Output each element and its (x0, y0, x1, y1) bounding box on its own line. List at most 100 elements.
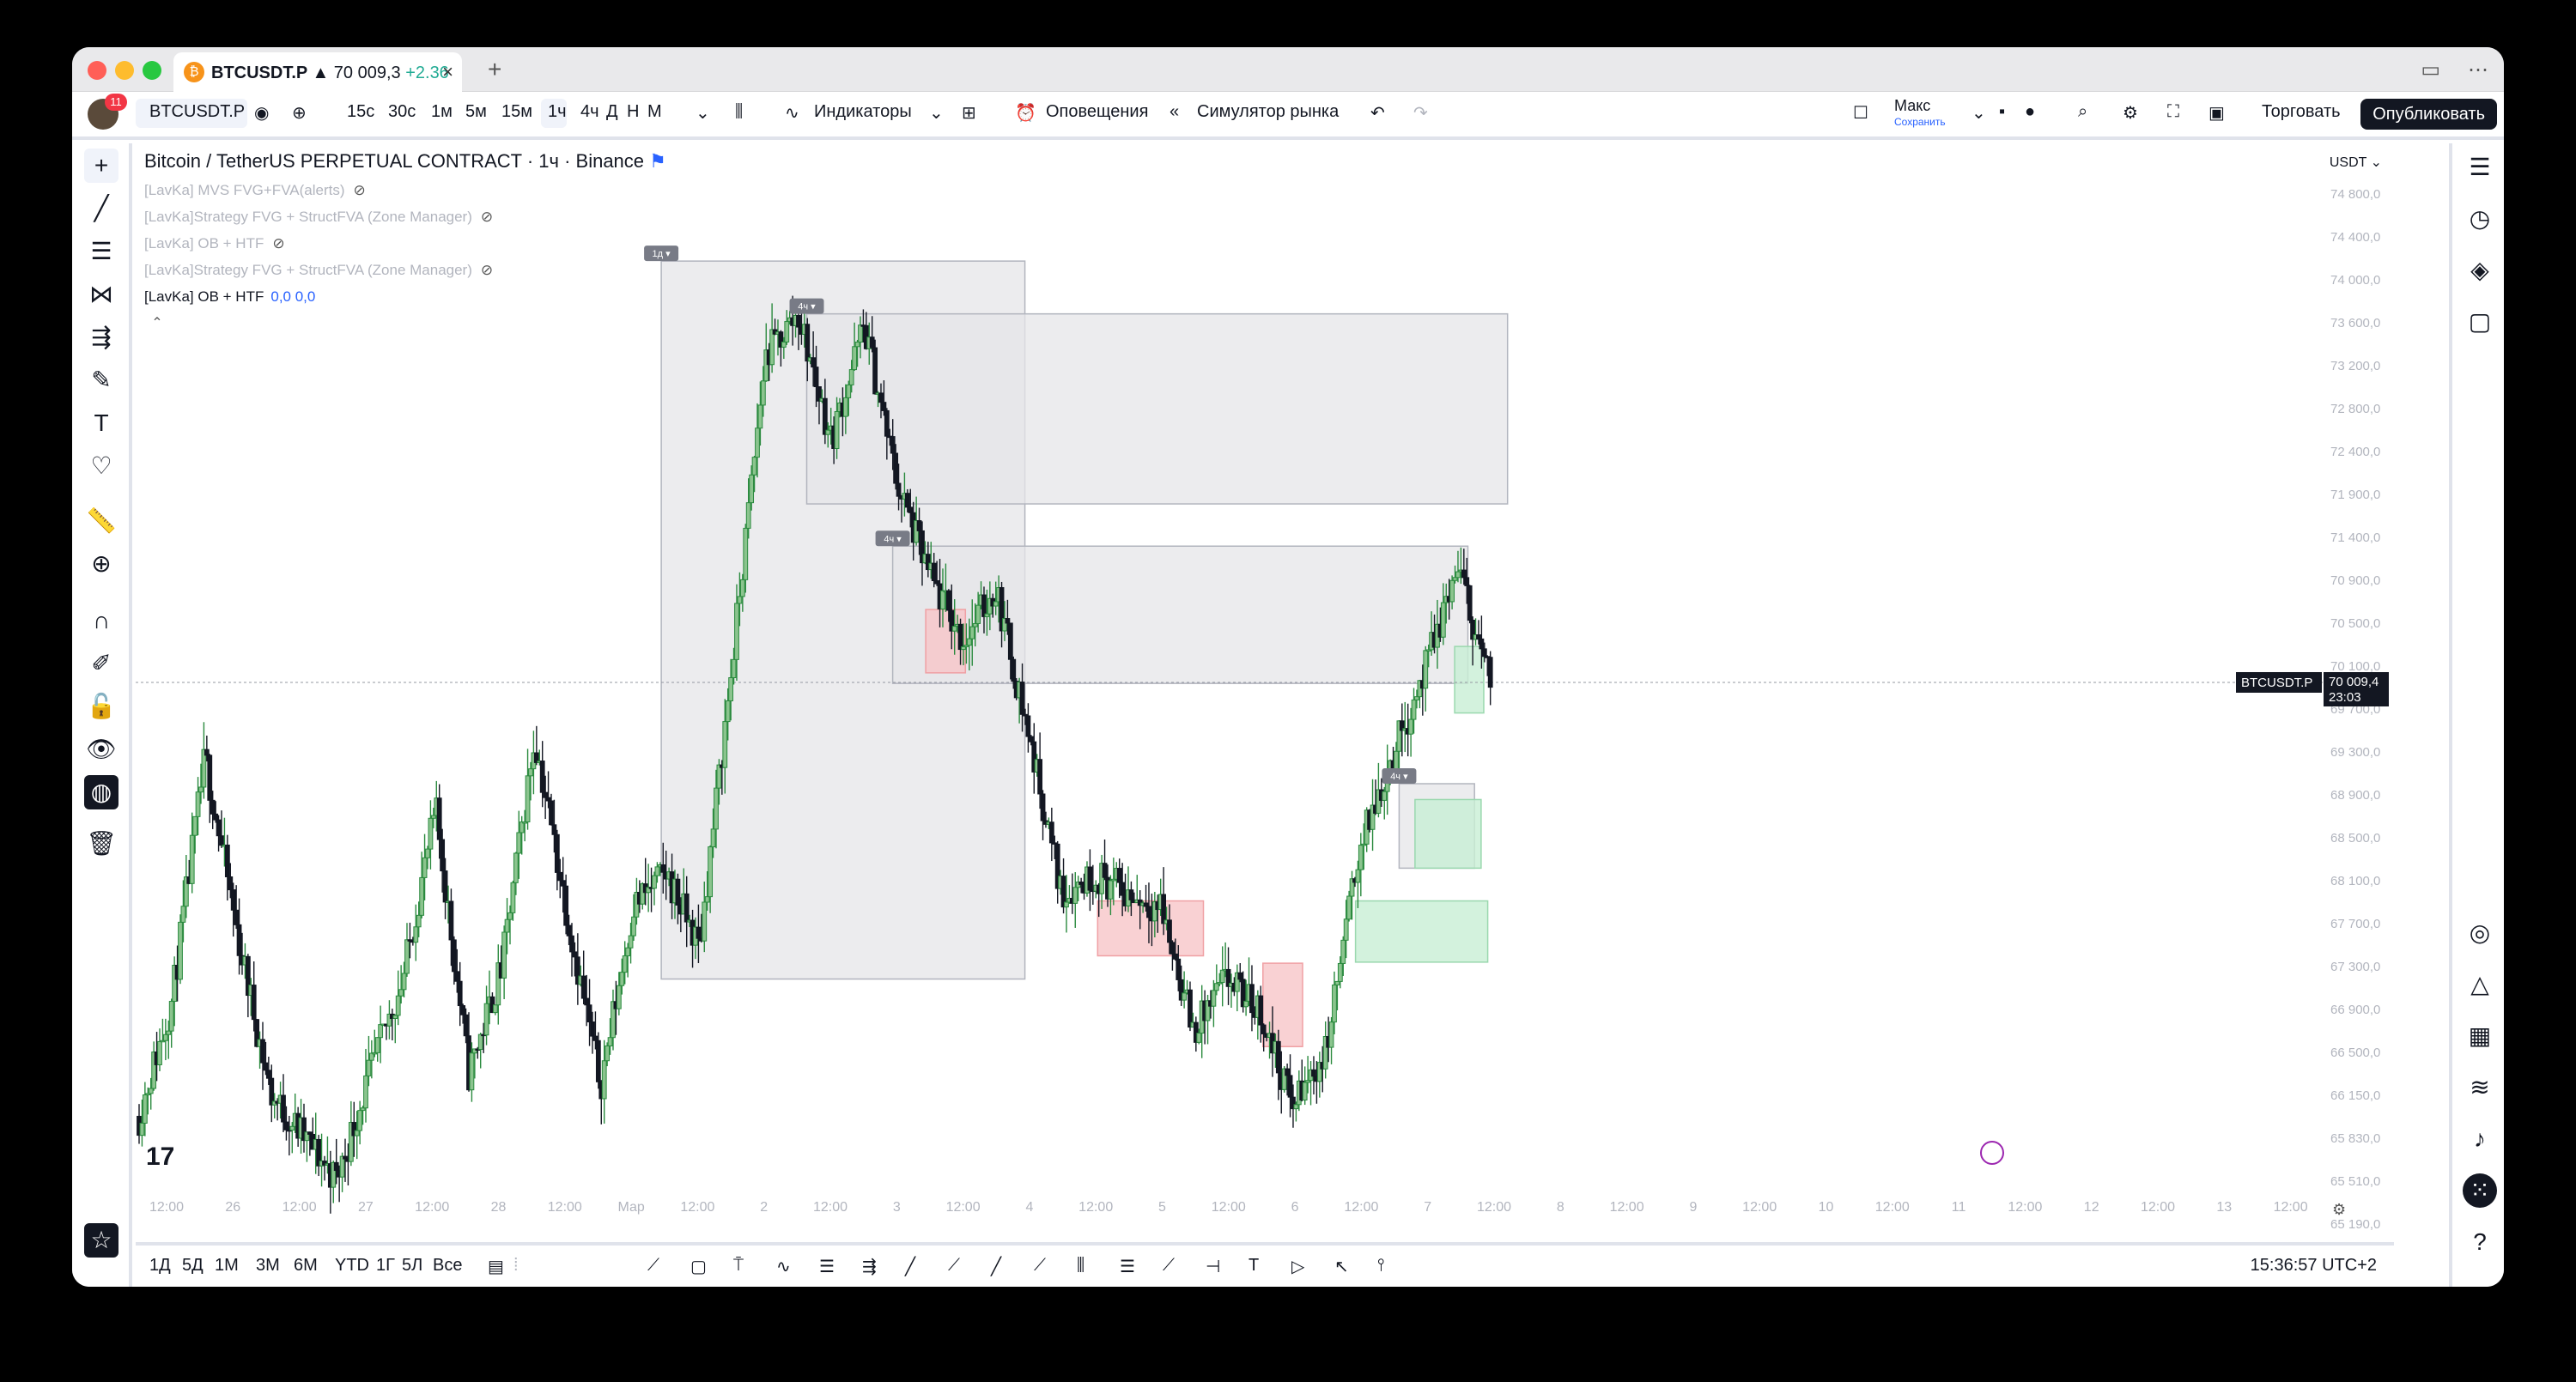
candle-body[interactable] (545, 797, 551, 802)
apps-icon[interactable]: ⁙ (2463, 1173, 2497, 1208)
candle-body[interactable] (1461, 569, 1467, 579)
indicator-legend-item[interactable]: [LavKa] OB + HTF 0,0 0,0 (144, 288, 666, 306)
hidden-eye-icon[interactable]: ⊘ (481, 209, 493, 225)
candle-body[interactable] (1188, 989, 1193, 1028)
candle-body[interactable] (1116, 868, 1122, 883)
more-icon[interactable]: ⋯ (2468, 58, 2488, 82)
trash-icon[interactable]: 🗑 (84, 827, 118, 861)
candle-body[interactable] (584, 997, 590, 1006)
ruler-icon[interactable]: 📏 (84, 504, 118, 538)
candle-body[interactable] (1108, 880, 1114, 900)
candle-body[interactable] (616, 985, 622, 1009)
candle-body[interactable] (854, 342, 860, 348)
extended-line-icon[interactable]: ╱ (991, 1256, 1001, 1277)
interval-8[interactable]: Н (627, 102, 639, 122)
candle-body[interactable] (757, 404, 763, 429)
candle-body[interactable] (739, 579, 745, 597)
interval-dropdown-icon[interactable]: ⌄ (696, 102, 710, 124)
zone-bull[interactable] (1414, 798, 1482, 870)
interval-5[interactable]: 1ч (548, 102, 567, 122)
replay-icon[interactable]: « (1170, 102, 1179, 122)
candle-body[interactable] (605, 1045, 611, 1062)
candle-body[interactable] (1087, 866, 1093, 891)
pitchfork-icon[interactable]: ⇶ (862, 1256, 877, 1277)
currency-select[interactable]: USDT ⌄ (2330, 154, 2382, 171)
watchlist-icon[interactable]: ☰ (2463, 150, 2497, 185)
new-tab-icon[interactable]: + (488, 56, 501, 83)
indicators-icon[interactable]: ∿ (785, 102, 799, 124)
candle-body[interactable] (580, 975, 586, 999)
replay-button[interactable]: Симулятор рынка (1197, 102, 1339, 122)
line-icon[interactable]: ╱ (905, 1256, 915, 1277)
alerts-clock-icon[interactable]: ◷ (2463, 202, 2497, 236)
alarm-icon[interactable]: ⏰ (1015, 102, 1036, 124)
candle-body[interactable] (1464, 577, 1470, 586)
candle-body[interactable] (1479, 638, 1485, 650)
range-8[interactable]: Все (433, 1256, 462, 1276)
candle-body[interactable] (1213, 983, 1219, 991)
candle-type-icon[interactable]: ⫼ (735, 102, 743, 122)
candle-body[interactable] (204, 749, 210, 756)
lock-icon[interactable]: 🔓 (84, 689, 118, 724)
fib-icon[interactable]: ☰ (84, 234, 118, 269)
scale-settings-icon[interactable]: ⚙ (2332, 1201, 2346, 1219)
candle-body[interactable] (148, 1088, 154, 1094)
horizontal-ray-icon[interactable]: ⊣ (1206, 1256, 1220, 1277)
candle-body[interactable] (419, 876, 425, 916)
candle-body[interactable] (1476, 634, 1481, 639)
candle-body[interactable] (265, 1070, 271, 1079)
candle-body[interactable] (969, 626, 975, 639)
candle-body[interactable] (878, 392, 884, 403)
candle-body[interactable] (842, 397, 848, 417)
candle-body[interactable] (893, 452, 899, 484)
text-icon[interactable]: T (84, 406, 118, 440)
candle-body[interactable] (1182, 992, 1188, 1001)
candle-body[interactable] (966, 638, 972, 646)
arrow-marker-icon[interactable]: ▷ (1291, 1256, 1304, 1277)
candle-body[interactable] (848, 369, 854, 385)
candle-body[interactable] (263, 1062, 269, 1071)
globe-icon[interactable]: ◍ (84, 775, 118, 809)
fullscreen-icon[interactable]: ⛶ (2167, 102, 2179, 122)
favorites-star-icon[interactable]: ☆ (84, 1223, 118, 1258)
candle-body[interactable] (422, 857, 428, 878)
range-6[interactable]: 1Г (376, 1256, 395, 1276)
magnet-icon[interactable]: ∩ (84, 603, 118, 638)
help-icon[interactable]: ? (2463, 1225, 2497, 1259)
candle-body[interactable] (1019, 682, 1025, 715)
candle-body[interactable] (951, 626, 957, 632)
candle-body[interactable] (457, 980, 463, 1007)
candle-body[interactable] (1261, 1024, 1267, 1034)
hidden-eye-icon[interactable]: ⊘ (272, 235, 284, 252)
drag-handle-icon[interactable]: ⁞ (513, 1256, 519, 1276)
candle-body[interactable] (1408, 718, 1414, 735)
candle-body[interactable] (392, 1015, 398, 1019)
candle-body[interactable] (216, 819, 222, 837)
candle-body[interactable] (260, 1039, 265, 1064)
candle-body[interactable] (702, 901, 708, 942)
polyline-icon[interactable]: ⟋ (1163, 1256, 1175, 1276)
range-3[interactable]: 3М (256, 1256, 280, 1276)
coin-icon[interactable]: ● (2025, 102, 2035, 122)
ideas-icon[interactable]: △ (2463, 967, 2497, 1002)
candle-body[interactable] (704, 896, 710, 903)
fib-icon[interactable]: ☰ (819, 1256, 835, 1277)
candle-body[interactable] (1128, 889, 1134, 900)
candle-body[interactable] (1302, 1082, 1308, 1101)
candle-body[interactable] (1258, 995, 1264, 1026)
candle-body[interactable] (224, 844, 230, 877)
interval-7[interactable]: Д (606, 102, 618, 122)
range-7[interactable]: 5Л (402, 1256, 422, 1276)
candle-body[interactable] (601, 1060, 607, 1100)
candle-body[interactable] (213, 813, 219, 821)
candle-body[interactable] (425, 848, 430, 858)
candle-body[interactable] (413, 926, 419, 943)
candle-body[interactable] (528, 768, 533, 777)
candle-body[interactable] (1334, 980, 1340, 985)
stream-icon[interactable]: ≋ (2463, 1070, 2497, 1105)
candle-body[interactable] (1037, 759, 1043, 795)
candle-body[interactable] (395, 995, 401, 1016)
candle-body[interactable] (675, 878, 681, 906)
candle-body[interactable] (796, 314, 801, 328)
candle-body[interactable] (1219, 969, 1225, 984)
